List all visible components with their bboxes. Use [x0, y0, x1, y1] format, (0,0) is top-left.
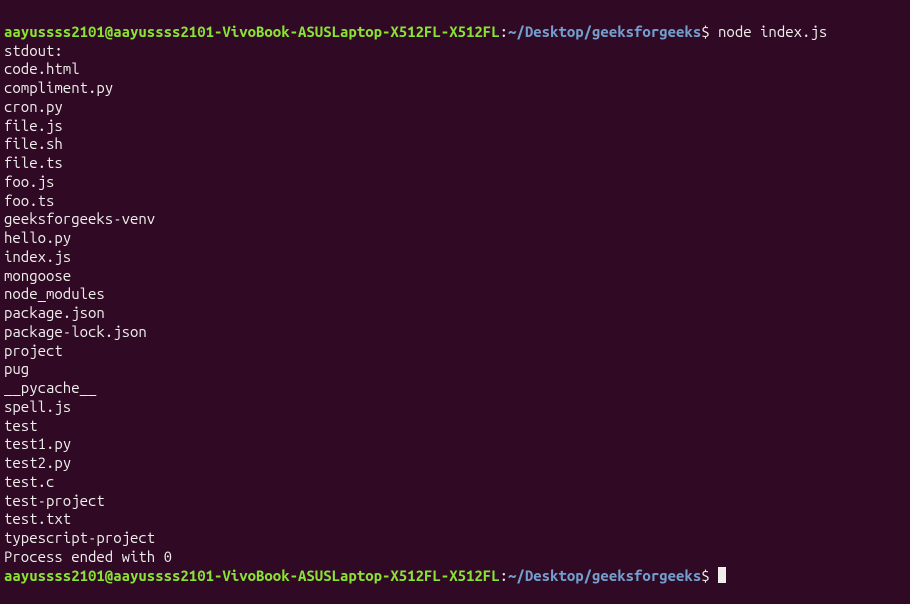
path-2: ~/Desktop/geeksforgeeks — [508, 567, 701, 584]
output-line: index.js — [4, 248, 906, 267]
command-2[interactable] — [710, 567, 718, 584]
output-line: test.c — [4, 473, 906, 492]
output-line: test.txt — [4, 510, 906, 529]
output-line: test — [4, 417, 906, 436]
output-line: spell.js — [4, 398, 906, 417]
output-line: hello.py — [4, 229, 906, 248]
dollar-2: $ — [701, 567, 709, 584]
output-line: test-project — [4, 492, 906, 511]
output-line: file.sh — [4, 135, 906, 154]
dollar-1: $ — [701, 23, 709, 40]
output-line: Process ended with 0 — [4, 548, 906, 567]
output-line: typescript-project — [4, 529, 906, 548]
cursor — [718, 567, 726, 583]
user-host-2: aayussss2101@aayussss2101-VivoBook-ASUSL… — [4, 567, 500, 584]
command-1: node index.js — [710, 23, 828, 40]
output-line: package-lock.json — [4, 323, 906, 342]
output-line: file.ts — [4, 154, 906, 173]
output-line: test2.py — [4, 454, 906, 473]
user-host-1: aayussss2101@aayussss2101-VivoBook-ASUSL… — [4, 23, 500, 40]
output-line: cron.py — [4, 98, 906, 117]
prompt-line-1: aayussss2101@aayussss2101-VivoBook-ASUSL… — [4, 23, 906, 42]
output-line: mongoose — [4, 267, 906, 286]
prompt-line-2: aayussss2101@aayussss2101-VivoBook-ASUSL… — [4, 567, 906, 586]
path-1: ~/Desktop/geeksforgeeks — [508, 23, 701, 40]
output-line: __pycache__ — [4, 379, 906, 398]
output-line: test1.py — [4, 435, 906, 454]
output-line: foo.js — [4, 173, 906, 192]
colon-2: : — [500, 567, 508, 584]
terminal-window[interactable]: aayussss2101@aayussss2101-VivoBook-ASUSL… — [4, 4, 906, 604]
output-line: geeksforgeeks-venv — [4, 210, 906, 229]
output-line: node_modules — [4, 285, 906, 304]
colon-1: : — [500, 23, 508, 40]
output-line: package.json — [4, 304, 906, 323]
output-line: stdout: — [4, 42, 906, 61]
output-line: foo.ts — [4, 192, 906, 211]
output-line: project — [4, 342, 906, 361]
output-line: compliment.py — [4, 79, 906, 98]
output-line: code.html — [4, 60, 906, 79]
output-line: pug — [4, 360, 906, 379]
output-line: file.js — [4, 117, 906, 136]
